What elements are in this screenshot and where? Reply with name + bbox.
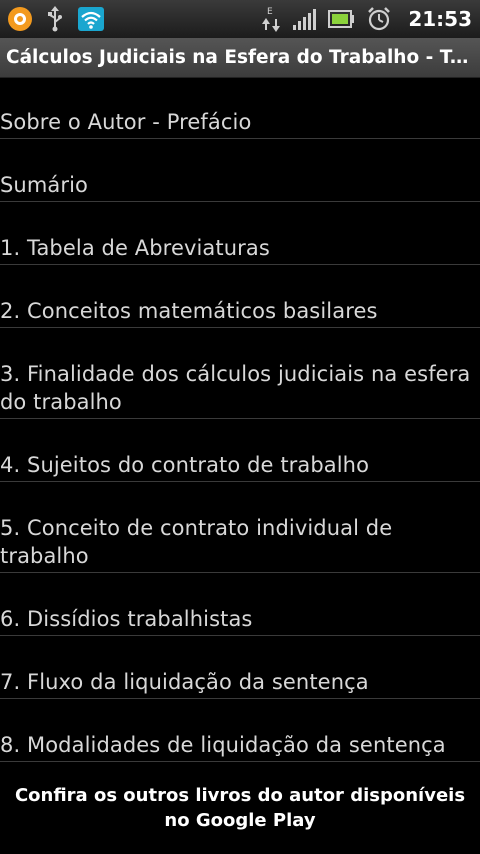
system-indicators: E 21:53 [262,6,472,32]
title-bar: Cálculos Judiciais na Esfera do Trabalho… [0,38,480,78]
list-item[interactable]: 1. Tabela de Abreviaturas [0,202,480,265]
list-item[interactable]: 3. Finalidade dos cálculos judiciais na … [0,328,480,419]
battery-icon [328,10,355,28]
google-play-banner[interactable]: Confira os outros livros do autor dispon… [0,762,480,854]
list-item-label: Sumário [0,173,88,197]
list-item-label: 4. Sujeitos do contrato de trabalho [0,453,370,477]
list-item-label: 6. Dissídios trabalhistas [0,607,253,631]
alarm-clock-icon [368,7,391,31]
notification-area [8,6,104,32]
list-item[interactable]: 5. Conceito de contrato individual de tr… [0,482,480,573]
list-item-label: 7. Fluxo da liquidação da sentença [0,670,369,694]
app-notification-icon [8,7,32,31]
list-item[interactable]: Sobre o Autor - Prefácio [0,78,480,139]
data-transfer-icon: E [262,7,281,32]
list-item-label: Sobre o Autor - Prefácio [0,110,252,134]
list-item-label: 8. Modalidades de liquidação da sentença [0,733,446,757]
list-item[interactable]: 4. Sujeitos do contrato de trabalho [0,419,480,482]
list-item[interactable]: 6. Dissídios trabalhistas [0,573,480,636]
usb-icon [48,6,62,32]
status-clock: 21:53 [408,7,472,31]
list-item[interactable]: Sumário [0,139,480,202]
list-item[interactable]: 8. Modalidades de liquidação da sentença [0,699,480,762]
list-item[interactable]: 2. Conceitos matemáticos basilares [0,265,480,328]
list-item-label: 2. Conceitos matemáticos basilares [0,299,378,323]
status-bar: E 21:53 [0,0,480,38]
network-type-label: E [267,7,273,17]
chapter-list[interactable]: Sobre o Autor - Prefácio Sumário 1. Tabe… [0,78,480,762]
list-item-label: 3. Finalidade dos cálculos judiciais na … [0,362,471,414]
banner-text: Confira os outros livros do autor dispon… [14,785,466,831]
signal-icon [293,9,317,30]
page-title: Cálculos Judiciais na Esfera do Trabalho… [6,47,474,68]
list-item-label: 1. Tabela de Abreviaturas [0,236,270,260]
wifi-icon [78,7,104,31]
list-item-label: 5. Conceito de contrato individual de tr… [0,516,393,568]
list-item[interactable]: 7. Fluxo da liquidação da sentença [0,636,480,699]
